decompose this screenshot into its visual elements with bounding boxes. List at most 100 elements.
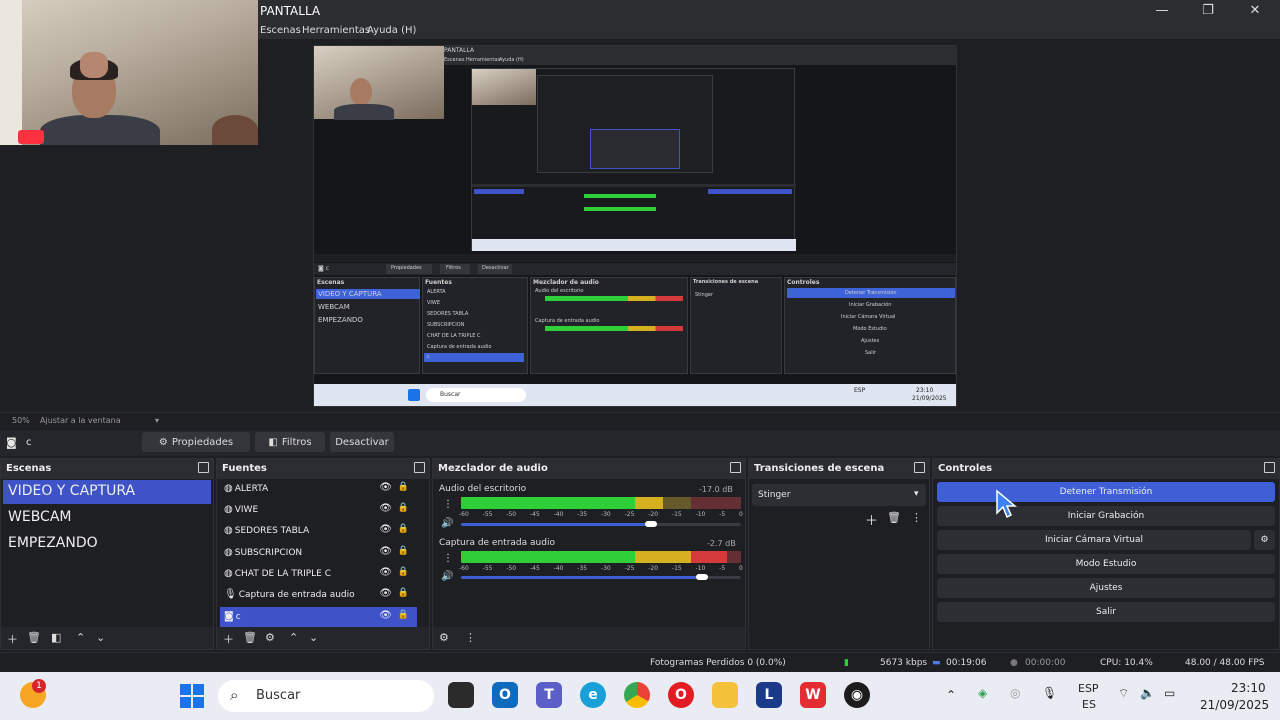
mixer-fader-desktop[interactable] — [461, 521, 741, 527]
speaker-icon[interactable]: 🔊 — [441, 518, 453, 529]
transition-select[interactable]: Stinger ▾ — [752, 484, 926, 506]
start-recording-button[interactable]: Iniciar Grabación — [937, 506, 1275, 526]
eye-icon[interactable]: 👁 — [379, 482, 392, 493]
speaker-icon[interactable]: 🔊 — [441, 571, 453, 582]
scene-item-webcam[interactable]: WEBCAM — [3, 506, 211, 530]
lang-bottom[interactable]: ES — [1082, 698, 1096, 711]
kebab-menu-icon[interactable]: ⋮ — [443, 499, 453, 510]
minimize-button[interactable]: — — [1152, 3, 1172, 18]
move-up-icon[interactable]: ⌃ — [76, 631, 85, 644]
properties-button[interactable]: ⚙ Propiedades — [142, 432, 250, 452]
obs-icon[interactable]: ◉ — [844, 682, 870, 708]
file-explorer-dark-icon[interactable] — [448, 682, 474, 708]
filters-button[interactable]: ◧ Filtros — [255, 432, 325, 452]
wifi-icon[interactable]: ⌔ — [1118, 686, 1129, 701]
app-l-icon[interactable]: L — [756, 682, 782, 708]
close-button[interactable]: ✕ — [1245, 3, 1265, 18]
inner-mixer-ch1: Audio del escritorio — [535, 288, 584, 294]
source-item-c[interactable]: ◙ c 👁 🔒 — [220, 607, 417, 627]
kebab-menu-icon[interactable]: ⋮ — [443, 553, 453, 564]
taskbar-search[interactable]: ⌕ Buscar — [218, 680, 434, 712]
zoom-dropdown-icon[interactable]: ▾ — [155, 416, 159, 425]
menu-tools[interactable]: Herramientas — [302, 25, 370, 36]
maximize-button[interactable]: ❐ — [1198, 3, 1218, 18]
eye-icon[interactable]: 👁 — [379, 524, 392, 535]
tray-ring-icon[interactable]: ◎ — [1010, 686, 1020, 700]
clock-time[interactable]: 23:10 — [1231, 681, 1266, 695]
source-item-chat[interactable]: ◍ CHAT DE LA TRIPLE C 👁 🔒 — [220, 564, 417, 584]
source-item-viwe[interactable]: ◍ VIWE 👁 🔒 — [220, 500, 417, 520]
tray-app-icon[interactable]: ◈ — [978, 686, 987, 700]
teams-icon[interactable]: T — [536, 682, 562, 708]
settings-button[interactable]: Ajustes — [937, 578, 1275, 598]
outlook-icon[interactable]: O — [492, 682, 518, 708]
transitions-title: Transiciones de escena — [754, 463, 885, 474]
source-item-subscripcion[interactable]: ◍ SUBSCRIPCION 👁 🔒 — [220, 543, 417, 563]
eye-icon[interactable]: 👁 — [379, 503, 392, 514]
fader-knob[interactable] — [695, 574, 708, 580]
source-properties-icon[interactable]: ⚙ — [265, 631, 275, 644]
opera-icon[interactable]: O — [668, 682, 694, 708]
scene-filters-icon[interactable]: ◧ — [51, 631, 61, 644]
lock-icon[interactable]: 🔒 — [398, 503, 409, 513]
source-item-sedores-tabla[interactable]: ◍ SEDORES TABLA 👁 🔒 — [220, 521, 417, 541]
virtual-camera-settings-icon[interactable]: ⚙ — [1254, 530, 1275, 550]
add-scene-icon[interactable]: ＋ — [7, 631, 18, 647]
inner-date: 21/09/2025 — [912, 395, 947, 402]
eye-icon[interactable]: 👁 — [379, 588, 392, 599]
remove-source-icon[interactable]: 🗑 — [243, 631, 257, 644]
source-item-alerta[interactable]: ◍ ALERTA 👁 🔒 — [220, 479, 417, 499]
folder-icon[interactable] — [712, 682, 738, 708]
source-item-captura-audio[interactable]: 🎙 Captura de entrada audio 👁 🔒 — [220, 585, 417, 605]
exit-button[interactable]: Salir — [937, 602, 1275, 622]
undock-icon[interactable] — [414, 462, 425, 473]
wps-icon[interactable]: W — [800, 682, 826, 708]
undock-icon[interactable] — [198, 462, 209, 473]
audio-settings-icon[interactable]: ⚙ — [439, 631, 449, 644]
eye-icon[interactable]: 👁 — [379, 546, 392, 557]
kebab-menu-icon[interactable]: ⋮ — [465, 631, 476, 644]
preview-canvas[interactable]: PANTALLA Escenas Herramientas Ayuda (H) — [313, 45, 957, 407]
mixer-fader-mic[interactable] — [461, 574, 741, 580]
scene-item-video-y-captura[interactable]: VIDEO Y CAPTURA — [3, 480, 211, 504]
windows-start-icon[interactable] — [180, 684, 204, 708]
lock-icon[interactable]: 🔒 — [398, 610, 409, 620]
undock-icon[interactable] — [1264, 462, 1275, 473]
add-transition-icon[interactable]: ＋ — [865, 510, 878, 529]
menu-help[interactable]: Ayuda (H) — [367, 25, 416, 36]
add-source-icon[interactable]: ＋ — [223, 631, 234, 647]
remove-scene-icon[interactable]: 🗑 — [27, 631, 41, 644]
chrome-icon[interactable] — [624, 682, 650, 708]
lock-icon[interactable]: 🔒 — [398, 588, 409, 598]
stop-stream-button[interactable]: Detener Transmisión — [937, 482, 1275, 502]
eye-icon[interactable]: 👁 — [379, 610, 392, 621]
lock-icon[interactable]: 🔒 — [398, 524, 409, 534]
lock-icon[interactable]: 🔒 — [398, 482, 409, 492]
edge-icon[interactable]: e — [580, 682, 606, 708]
eye-icon[interactable]: 👁 — [379, 567, 392, 578]
start-virtual-camera-button[interactable]: Iniciar Cámara Virtual — [937, 530, 1251, 550]
volume-icon[interactable]: 🔈 — [1140, 686, 1155, 700]
fader-knob[interactable] — [645, 521, 658, 527]
chevron-up-icon[interactable]: ⌃ — [946, 688, 956, 702]
lock-icon[interactable]: 🔒 — [398, 546, 409, 556]
move-down-icon[interactable]: ⌄ — [96, 631, 105, 644]
kebab-menu-icon[interactable]: ⋮ — [911, 511, 922, 524]
scene-item-empezando[interactable]: EMPEZANDO — [3, 532, 211, 556]
undock-icon[interactable] — [730, 462, 741, 473]
lang-top[interactable]: ESP — [1078, 682, 1099, 695]
remove-transition-icon[interactable]: 🗑 — [887, 511, 901, 524]
menu-scenes[interactable]: Escenas — [260, 25, 301, 36]
deactivate-button[interactable]: Desactivar — [330, 432, 394, 452]
lock-icon[interactable]: 🔒 — [398, 567, 409, 577]
mic-icon[interactable]: 🎙 — [1042, 686, 1057, 700]
move-up-icon[interactable]: ⌃ — [289, 631, 298, 644]
mouse-cursor-icon — [996, 489, 1017, 519]
clock-date[interactable]: 21/09/2025 — [1200, 698, 1269, 712]
studio-mode-button[interactable]: Modo Estudio — [937, 554, 1275, 574]
zoom-fit-select[interactable]: Ajustar a la ventana — [40, 416, 121, 425]
globe-icon: ◍ — [224, 483, 233, 494]
move-down-icon[interactable]: ⌄ — [309, 631, 318, 644]
battery-icon[interactable]: ▭ — [1164, 686, 1175, 700]
undock-icon[interactable] — [914, 462, 925, 473]
